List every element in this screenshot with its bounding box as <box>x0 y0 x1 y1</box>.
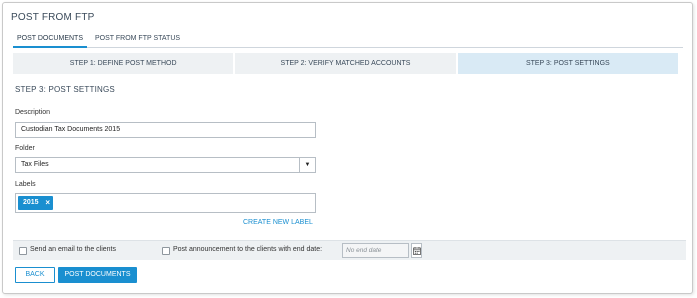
tab-post-from-ftp-status[interactable]: POST FROM FTP STATUS <box>95 32 180 48</box>
end-date-input[interactable]: No end date <box>342 243 409 258</box>
post-from-ftp-panel: POST FROM FTP POST DOCUMENTS POST FROM F… <box>2 2 693 294</box>
send-email-checkbox[interactable] <box>19 247 27 255</box>
post-announcement-label: Post announcement to the clients with en… <box>173 246 323 253</box>
close-icon[interactable]: × <box>45 196 50 210</box>
tab-bar: POST DOCUMENTS POST FROM FTP STATUS <box>13 32 683 48</box>
label-tag-text: 2015 <box>23 199 39 206</box>
options-bar: Send an email to the clients Post announ… <box>13 240 686 260</box>
step-wizard: STEP 1: DEFINE POST METHOD STEP 2: VERIF… <box>13 53 678 74</box>
post-documents-button[interactable]: POST DOCUMENTS <box>58 267 137 283</box>
label-tag: 2015 × <box>18 196 53 210</box>
folder-value: Tax Files <box>21 161 49 168</box>
step-post-settings[interactable]: STEP 3: POST SETTINGS <box>457 53 678 74</box>
send-email-label: Send an email to the clients <box>30 246 116 253</box>
end-date-placeholder: No end date <box>346 247 382 254</box>
page-title: POST FROM FTP <box>11 12 95 23</box>
back-button[interactable]: BACK <box>15 267 55 283</box>
description-label: Description <box>15 109 51 116</box>
calendar-button[interactable] <box>411 243 422 258</box>
chevron-down-icon[interactable]: ▼ <box>299 158 315 172</box>
post-announcement-checkbox[interactable] <box>162 247 170 255</box>
folder-select[interactable]: Tax Files ▼ <box>15 157 316 173</box>
description-value: Custodian Tax Documents 2015 <box>21 126 121 133</box>
folder-label: Folder <box>15 145 35 152</box>
create-new-label-link[interactable]: CREATE NEW LABEL <box>243 219 313 226</box>
calendar-icon <box>413 247 421 255</box>
step-define-post-method[interactable]: STEP 1: DEFINE POST METHOD <box>13 53 236 74</box>
section-title: STEP 3: POST SETTINGS <box>15 85 115 94</box>
labels-input[interactable]: 2015 × <box>15 193 316 213</box>
description-field[interactable]: Custodian Tax Documents 2015 <box>15 122 316 138</box>
tab-post-documents[interactable]: POST DOCUMENTS <box>13 32 87 48</box>
labels-label: Labels <box>15 181 36 188</box>
step-verify-matched-accounts[interactable]: STEP 2: VERIFY MATCHED ACCOUNTS <box>235 53 458 74</box>
